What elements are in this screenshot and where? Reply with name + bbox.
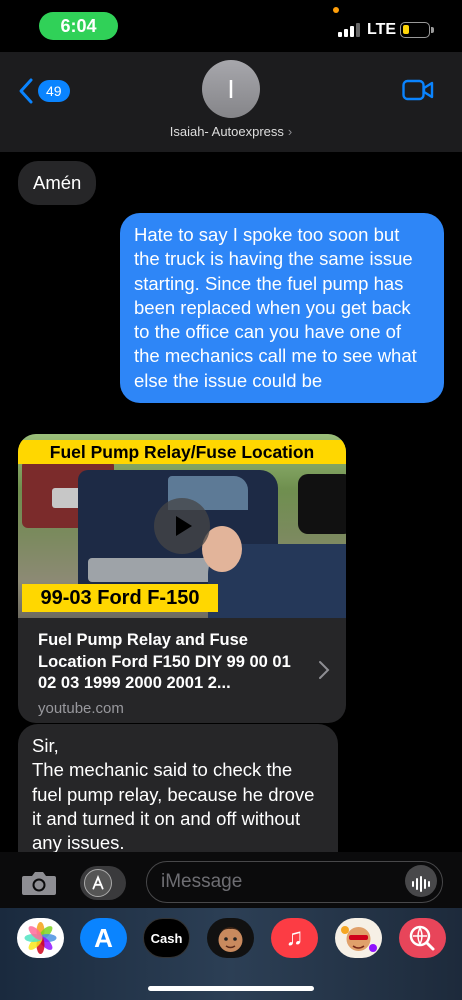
cash-app-icon[interactable]: Cash: [143, 918, 190, 958]
unread-count-badge: 49: [38, 80, 70, 102]
outgoing-message[interactable]: Hate to say I spoke too soon but the tru…: [120, 213, 444, 404]
message-input[interactable]: iMessage: [146, 861, 443, 903]
web-search-icon[interactable]: [399, 918, 446, 958]
incoming-message[interactable]: Sir, The mechanic said to check the fuel…: [18, 724, 338, 852]
video-call-icon[interactable]: [402, 79, 434, 101]
chevron-right-icon: [319, 661, 330, 679]
link-meta: Fuel Pump Relay and Fuse Location Ford F…: [38, 630, 298, 717]
contact-name: Isaiah- Autoexpress: [169, 124, 284, 139]
back-button[interactable]: 49: [18, 76, 70, 106]
thumbnail-hand: [202, 526, 346, 618]
network-type: LTE: [367, 21, 397, 38]
contact-name-button[interactable]: Isaiah- Autoexpress ›: [0, 124, 462, 139]
video-thumbnail[interactable]: Fuel Pump Relay/Fuse Location 99-03 Ford…: [18, 434, 346, 618]
battery-icon: [400, 22, 434, 38]
status-bar: 6:04 LTE: [0, 0, 462, 52]
message-thread[interactable]: Amén Hate to say I spoke too soon but th…: [0, 152, 462, 852]
camera-in-use-indicator: [333, 7, 339, 13]
imessage-app-drawer: A Cash ♫: [0, 908, 462, 1000]
audio-waveform-icon[interactable]: [405, 865, 437, 897]
signal-strength-icon: [338, 23, 360, 37]
photos-icon[interactable]: [17, 918, 64, 958]
camera-icon[interactable]: [21, 870, 57, 896]
conversation-header: 49 I Isaiah- Autoexpress ›: [0, 52, 462, 152]
chevron-right-icon: ›: [287, 124, 293, 139]
thumbnail-black-car: [298, 474, 346, 534]
app-store-icon[interactable]: A: [80, 918, 127, 958]
home-indicator[interactable]: [148, 986, 314, 991]
incoming-message[interactable]: Amén: [18, 161, 97, 206]
play-icon[interactable]: [154, 498, 210, 554]
youtube-link-preview[interactable]: Fuel Pump Relay/Fuse Location 99-03 Ford…: [18, 434, 346, 723]
contact-avatar[interactable]: I: [202, 60, 260, 118]
thumbnail-subtitle: 99-03 Ford F-150: [22, 584, 218, 612]
apps-a-icon: [84, 869, 112, 897]
back-chevron-icon: [19, 78, 33, 104]
music-icon[interactable]: ♫: [271, 918, 318, 958]
link-domain: youtube.com: [38, 699, 124, 717]
memoji-stickers-icon[interactable]: [335, 918, 382, 958]
status-time[interactable]: 6:04: [39, 12, 118, 40]
compose-bar: iMessage: [0, 852, 462, 908]
memoji-icon[interactable]: [207, 918, 254, 958]
thumbnail-title: Fuel Pump Relay/Fuse Location: [18, 440, 346, 464]
app-store-apps-icon[interactable]: [80, 866, 126, 900]
link-title: Fuel Pump Relay and Fuse Location Ford F…: [38, 631, 291, 692]
